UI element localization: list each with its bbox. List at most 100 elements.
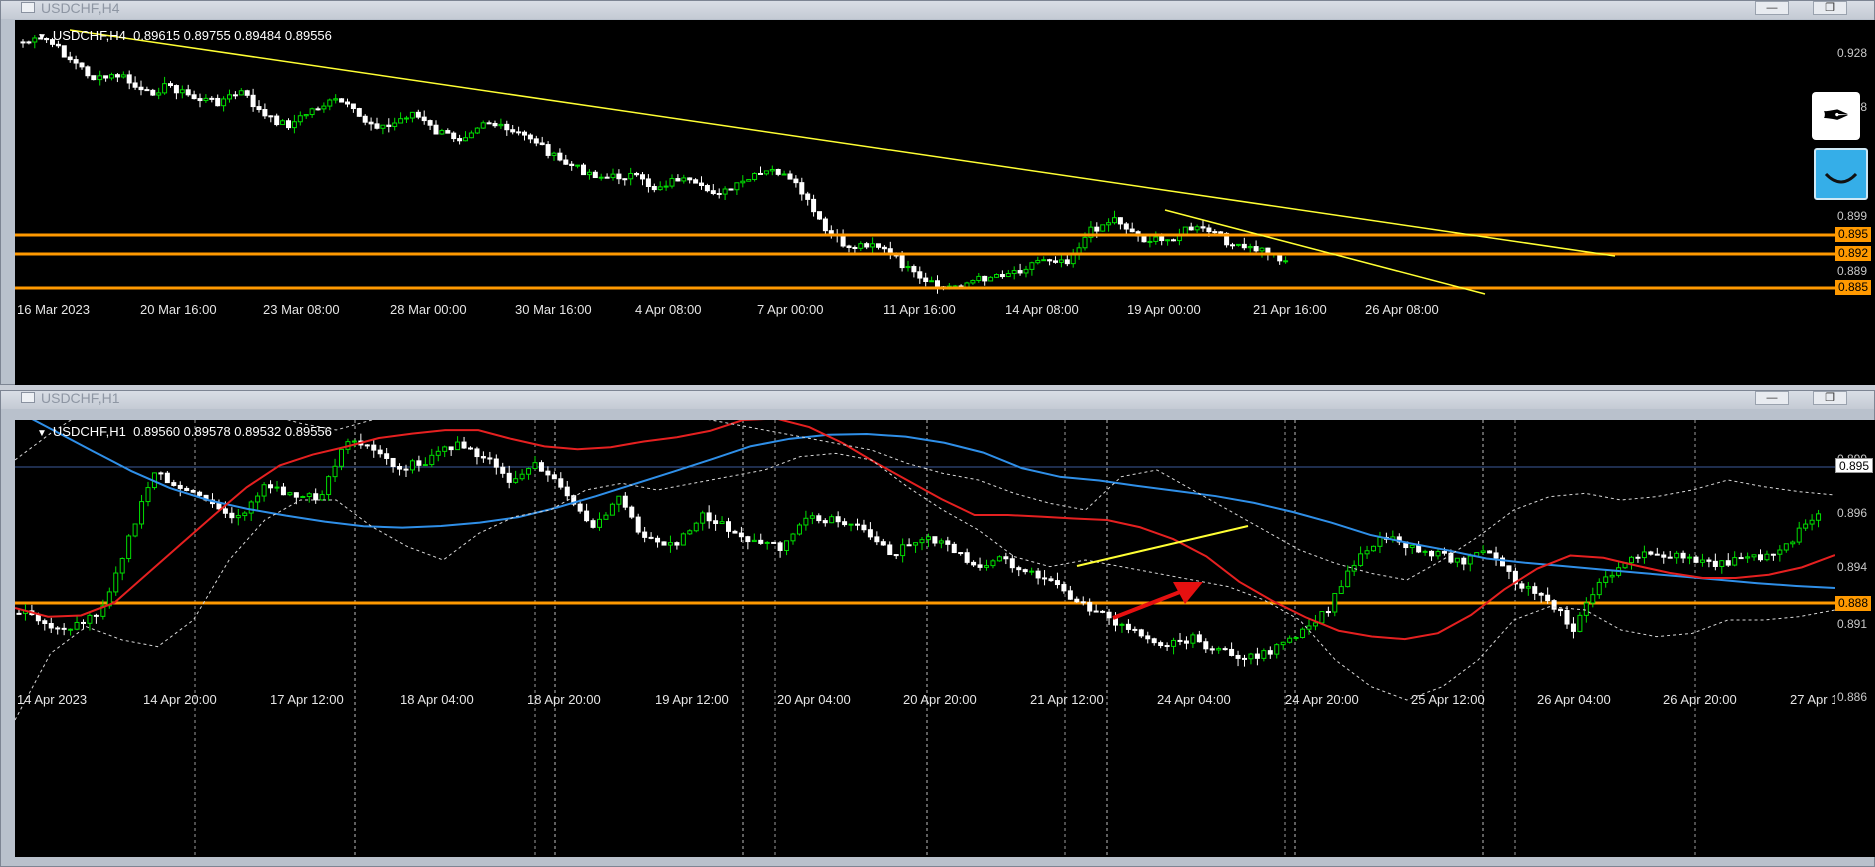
candle-body xyxy=(880,541,886,546)
candle-body xyxy=(640,174,645,180)
price-scale-h4[interactable]: 0.9280.9180.9080.8990.8890.8950.8920.885 xyxy=(1835,20,1875,385)
candle-body xyxy=(616,495,622,505)
price-scale-h1[interactable]: 0.8990.8960.8940.8910.8860.8950.888 xyxy=(1835,420,1875,857)
time-label: 21 Apr 12:00 xyxy=(1030,692,1104,707)
candle-body xyxy=(516,131,522,134)
minimize-button[interactable]: — xyxy=(1755,1,1789,15)
candle-body xyxy=(126,535,132,559)
candle-body xyxy=(976,275,982,282)
candle-body xyxy=(119,557,125,574)
price-label: 0.891 xyxy=(1837,617,1868,631)
smile-widget-icon[interactable] xyxy=(1814,148,1868,200)
candle-body xyxy=(661,541,667,546)
candle-body xyxy=(675,178,681,182)
trendline xyxy=(1164,209,1486,295)
candle-body xyxy=(1011,270,1017,275)
candle-body xyxy=(655,537,661,543)
candle-body xyxy=(362,115,368,123)
candle-body xyxy=(255,495,261,503)
candle-body xyxy=(1506,565,1512,572)
candle-body xyxy=(162,83,168,94)
legend-collapse-icon[interactable]: ▼ xyxy=(37,428,47,439)
candle-body xyxy=(262,109,268,117)
candle-body xyxy=(1674,552,1680,559)
candle-body xyxy=(777,542,783,551)
candle-body xyxy=(1164,645,1170,648)
candle-body xyxy=(486,122,492,125)
candle-body xyxy=(781,173,787,176)
candle-body xyxy=(319,494,325,501)
candle-body xyxy=(427,120,433,126)
candle-body xyxy=(371,444,377,451)
candle-body xyxy=(474,127,480,134)
candle-body xyxy=(1183,640,1189,644)
candle-body xyxy=(113,572,119,593)
candle-body xyxy=(87,614,93,624)
candle-body xyxy=(1158,642,1164,647)
candle-body xyxy=(769,168,775,172)
candle-body xyxy=(775,168,781,175)
price-label: 0.928 xyxy=(1837,46,1868,60)
candle-body xyxy=(917,271,923,279)
candle-body xyxy=(558,478,564,488)
candle-body xyxy=(474,448,480,458)
restore-button[interactable]: ❐ xyxy=(1813,1,1847,15)
candle-body xyxy=(1583,602,1589,616)
window-titlebar[interactable]: USDCHF,H4 — ❐ xyxy=(1,1,1874,19)
restore-button[interactable]: ❐ xyxy=(1813,391,1847,405)
legend-collapse-icon[interactable]: ▼ xyxy=(37,32,47,43)
candle-body xyxy=(392,122,398,127)
candle-body xyxy=(740,180,746,184)
candle-body xyxy=(380,124,386,129)
candle-body xyxy=(732,530,738,534)
candle-body xyxy=(397,466,403,470)
candle-body xyxy=(1661,554,1667,558)
candle-body xyxy=(738,532,744,538)
candle-body xyxy=(592,171,598,179)
candle-body xyxy=(1235,243,1241,246)
candle-body xyxy=(150,89,156,96)
candle-body xyxy=(522,131,527,136)
candle-body xyxy=(867,529,873,538)
candle-body xyxy=(190,489,196,493)
time-label: 25 Apr 12:00 xyxy=(1411,692,1485,707)
candle-body xyxy=(990,560,996,567)
candle-body xyxy=(1725,560,1731,566)
candle-body xyxy=(221,98,227,107)
time-label: 11 Apr 16:00 xyxy=(883,302,956,317)
candle-body xyxy=(498,123,504,127)
candle-body xyxy=(415,111,421,118)
candle-body xyxy=(1693,556,1699,563)
candle-body xyxy=(629,506,635,518)
candle-body xyxy=(1319,611,1325,624)
candle-body xyxy=(268,484,274,489)
candle-body xyxy=(68,628,74,631)
time-label: 18 Apr 04:00 xyxy=(400,692,474,707)
candle-body xyxy=(734,182,740,191)
chart-area-h4[interactable]: ▼ USDCHF,H4 0.89615 0.89755 0.89484 0.895… xyxy=(15,20,1835,385)
candle-body xyxy=(663,185,669,188)
candle-body xyxy=(61,627,67,630)
candle-body xyxy=(114,74,120,78)
candle-body xyxy=(667,542,673,546)
time-label: 23 Mar 08:00 xyxy=(263,302,340,317)
candle-body xyxy=(1048,578,1054,582)
trendline xyxy=(69,29,1616,257)
candle-body xyxy=(923,277,929,282)
pen-tool-icon[interactable]: ✒ xyxy=(1812,92,1860,140)
candle-body xyxy=(988,276,994,282)
candle-body xyxy=(538,462,544,472)
candle-body xyxy=(719,521,725,525)
candle-body xyxy=(274,115,280,126)
minimize-button[interactable]: — xyxy=(1755,391,1789,405)
candle-body xyxy=(1422,550,1428,553)
candle-body xyxy=(1017,270,1023,274)
candle-body xyxy=(1023,268,1029,274)
candle-body xyxy=(764,541,770,544)
candle-body xyxy=(874,536,880,543)
candle-body xyxy=(628,172,634,180)
chart-area-h1[interactable]: ▼ USDCHF,H1 0.89560 0.89578 0.89532 0.895… xyxy=(15,420,1849,857)
time-label: 26 Apr 04:00 xyxy=(1537,692,1611,707)
candle-body xyxy=(1209,648,1215,651)
window-titlebar[interactable]: USDCHF,H1 — ❐ xyxy=(1,391,1874,409)
